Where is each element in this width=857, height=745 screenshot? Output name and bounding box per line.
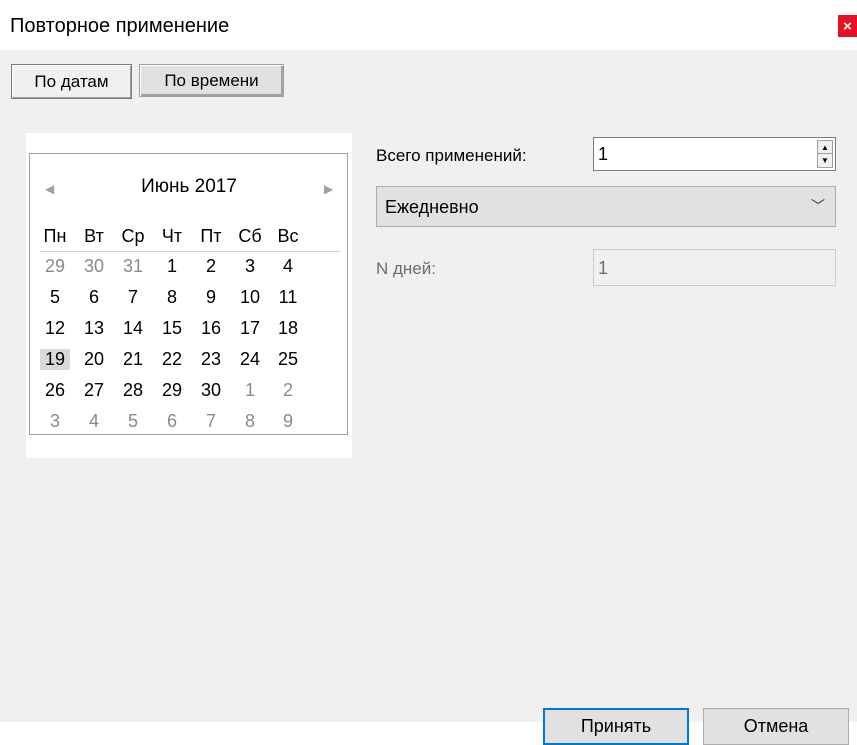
calendar-day[interactable]: 8 — [157, 287, 187, 308]
calendar-day[interactable]: 18 — [273, 318, 303, 339]
calendar-day[interactable]: 3 — [40, 411, 70, 432]
calendar-month-title[interactable]: Июнь 2017 — [90, 176, 288, 198]
next-month-icon[interactable]: ▶ — [324, 182, 333, 196]
total-applications-value[interactable]: 1 — [598, 144, 608, 165]
calendar-day[interactable]: 6 — [79, 287, 109, 308]
calendar-panel: ◀ Июнь 2017 ▶ Пн Вт Ср Чт Пт Сб Вс 29 30 31 1 2 3 4 5… — [26, 133, 352, 458]
weekday-label: Пн — [43, 226, 67, 246]
calendar-day-selected[interactable]: 19 — [40, 349, 70, 370]
weekday-label: Пт — [200, 226, 222, 246]
calendar-day[interactable]: 25 — [273, 349, 303, 370]
tab-by-dates[interactable]: По датам — [11, 64, 132, 99]
calendar-day[interactable]: 29 — [40, 256, 70, 277]
spin-down-icon[interactable]: ▼ — [818, 154, 832, 167]
frequency-value: Ежедневно — [385, 197, 479, 217]
calendar-day[interactable]: 4 — [273, 256, 303, 277]
calendar-day[interactable]: 27 — [79, 380, 109, 401]
cancel-button[interactable]: Отмена — [703, 708, 849, 745]
calendar-day[interactable]: 29 — [157, 380, 187, 401]
dialog-title: Повторное применение — [10, 15, 230, 37]
calendar-day[interactable]: 6 — [157, 411, 187, 432]
calendar-day[interactable]: 10 — [235, 287, 265, 308]
weekday-label: Вт — [84, 226, 104, 246]
calendar-day[interactable]: 4 — [79, 411, 109, 432]
calendar-day[interactable]: 21 — [118, 349, 148, 370]
calendar-day[interactable]: 2 — [196, 256, 226, 277]
close-icon[interactable]: × — [838, 15, 857, 37]
calendar-day[interactable]: 26 — [40, 380, 70, 401]
weekday-label: Вс — [277, 226, 299, 246]
chevron-down-icon[interactable]: ﹀ — [811, 196, 825, 216]
frequency-dropdown[interactable]: Ежедневно ﹀ — [376, 186, 836, 227]
calendar-day[interactable]: 5 — [118, 411, 148, 432]
total-applications-label: Всего применений: — [376, 146, 527, 165]
n-days-value: 1 — [598, 258, 609, 278]
calendar-day[interactable]: 8 — [235, 411, 265, 432]
calendar-day[interactable]: 11 — [273, 287, 303, 308]
calendar-day[interactable]: 7 — [118, 287, 148, 308]
calendar-day[interactable]: 30 — [79, 256, 109, 277]
calendar-day[interactable]: 1 — [235, 380, 265, 401]
dialog-window: Повторное применение × По датам По време… — [0, 0, 857, 745]
calendar-day[interactable]: 14 — [118, 318, 148, 339]
tab-by-time[interactable]: По времени — [139, 64, 284, 97]
calendar-day[interactable]: 9 — [273, 411, 303, 432]
total-applications-spinbox[interactable]: 1 ▲ ▼ — [593, 137, 836, 171]
weekday-label: Ср — [121, 226, 145, 246]
weekday-header: Пн Вт Ср Чт Пт Сб Вс — [40, 226, 340, 252]
weekday-label: Чт — [161, 226, 183, 246]
spin-up-icon[interactable]: ▲ — [818, 141, 832, 154]
calendar-day[interactable]: 31 — [118, 256, 148, 277]
calendar-day[interactable]: 22 — [157, 349, 187, 370]
calendar-day[interactable]: 1 — [157, 256, 187, 277]
calendar-day[interactable]: 23 — [196, 349, 226, 370]
calendar-day[interactable]: 28 — [118, 380, 148, 401]
calendar-day[interactable]: 13 — [79, 318, 109, 339]
calendar-day[interactable]: 30 — [196, 380, 226, 401]
calendar-day[interactable]: 17 — [235, 318, 265, 339]
calendar-day[interactable]: 15 — [157, 318, 187, 339]
calendar-day[interactable]: 9 — [196, 287, 226, 308]
n-days-field: 1 — [593, 249, 836, 286]
n-days-label: N дней: — [376, 259, 436, 278]
accept-button[interactable]: Принять — [543, 708, 689, 745]
title-bar: Повторное применение × — [0, 0, 857, 50]
calendar-day[interactable]: 3 — [235, 256, 265, 277]
calendar-day[interactable]: 2 — [273, 380, 303, 401]
weekday-label: Сб — [238, 226, 262, 246]
calendar-day[interactable]: 7 — [196, 411, 226, 432]
prev-month-icon[interactable]: ◀ — [45, 182, 54, 196]
spin-buttons: ▲ ▼ — [817, 140, 833, 168]
calendar-day[interactable]: 16 — [196, 318, 226, 339]
month-calendar[interactable]: ◀ Июнь 2017 ▶ Пн Вт Ср Чт Пт Сб Вс 29 30 31 1 2 3 4 5… — [29, 153, 348, 435]
calendar-day[interactable]: 5 — [40, 287, 70, 308]
calendar-day[interactable]: 24 — [235, 349, 265, 370]
calendar-day[interactable]: 20 — [79, 349, 109, 370]
calendar-day[interactable]: 12 — [40, 318, 70, 339]
